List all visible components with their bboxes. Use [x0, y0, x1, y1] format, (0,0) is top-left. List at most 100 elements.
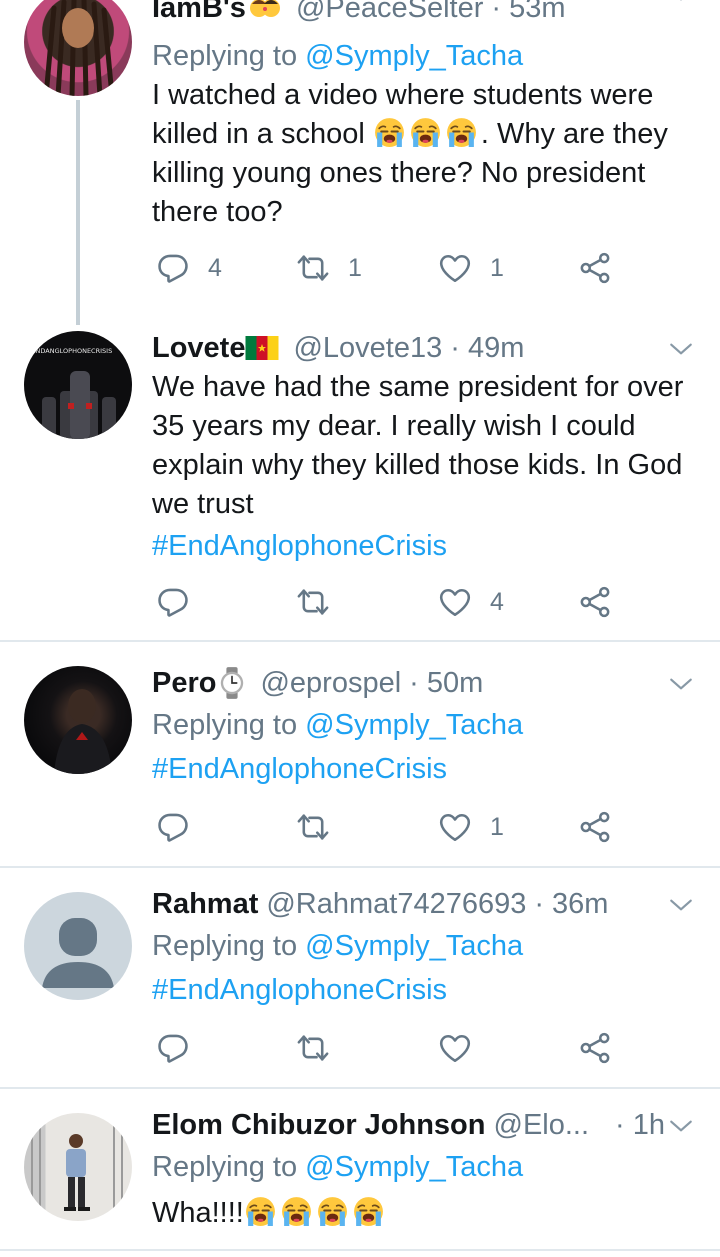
kissing-couple-emoji — [249, 0, 280, 17]
like-count: 1 — [490, 253, 504, 282]
timestamp[interactable]: 53m — [509, 0, 565, 28]
avatar[interactable] — [24, 666, 132, 774]
heart-icon — [438, 810, 472, 844]
avatar-text: #ENDANGLOPHONECRISIS — [26, 347, 112, 355]
like-button[interactable] — [438, 1028, 490, 1068]
share-button[interactable] — [578, 582, 612, 622]
reply-button[interactable]: 4 — [156, 248, 222, 288]
like-count: 1 — [490, 812, 504, 841]
display-name[interactable]: Elom Chibuzor Johnson — [152, 1105, 486, 1145]
tweet-lovete13[interactable]: #ENDANGLOPHONECRISIS Lovete @Lovete13 · … — [0, 328, 720, 641]
display-name[interactable]: Lovete — [152, 328, 245, 368]
retweet-count: 1 — [348, 253, 362, 282]
tweet-actions: 4 1 1 — [152, 248, 622, 288]
like-button[interactable]: 1 — [438, 248, 504, 288]
heart-icon — [438, 1031, 472, 1065]
retweet-button[interactable] — [296, 807, 348, 847]
tweet-actions: 1 — [152, 807, 622, 847]
display-name[interactable]: Rahmat — [152, 884, 258, 924]
share-button[interactable] — [578, 248, 612, 288]
retweet-icon — [296, 810, 330, 844]
heart-icon — [438, 585, 472, 619]
watch-emoji — [221, 667, 244, 699]
chevron-down-icon[interactable] — [668, 1113, 694, 1139]
retweet-icon — [296, 1031, 330, 1065]
divider — [0, 640, 720, 642]
reply-button[interactable] — [156, 807, 208, 847]
loudly-crying-face-emoji — [280, 1195, 313, 1228]
replying-to-label: Replying to — [152, 1151, 306, 1183]
replying-to: Replying to @Symply_Tacha — [152, 705, 700, 745]
mention-link[interactable]: @Symply_Tacha — [305, 709, 523, 741]
fist-protest-avatar: #ENDANGLOPHONECRISIS — [26, 347, 116, 439]
like-button[interactable]: 4 — [438, 582, 504, 622]
avatar[interactable] — [24, 1113, 132, 1221]
display-name[interactable]: IamB's — [152, 0, 246, 28]
divider — [0, 1087, 720, 1089]
avatar[interactable]: #ENDANGLOPHONECRISIS — [24, 331, 132, 439]
replying-to: Replying to @Symply_Tacha — [152, 926, 700, 966]
mention-link[interactable]: @Symply_Tacha — [305, 1151, 523, 1183]
replying-to-label: Replying to — [152, 709, 306, 741]
mention-link[interactable]: @Symply_Tacha — [305, 930, 523, 962]
tweet-actions: 4 — [152, 582, 622, 622]
chevron-down-icon[interactable] — [668, 892, 694, 918]
share-button[interactable] — [578, 1028, 612, 1068]
handle: @PeaceSelter — [295, 0, 484, 24]
reply-button[interactable] — [156, 582, 208, 622]
avatar[interactable] — [24, 0, 132, 96]
tweet-text: I watched a video where students were ki… — [152, 76, 700, 232]
replying-to: Replying to @Symply_Tacha — [152, 36, 700, 76]
display-name[interactable]: Pero — [152, 663, 216, 703]
avatar[interactable] — [24, 892, 132, 1000]
chevron-down-icon[interactable] — [668, 671, 694, 697]
share-icon — [578, 251, 612, 285]
tweet-header: IamB's @PeaceSelter · 53m — [152, 0, 700, 28]
mention-link[interactable]: @Symply_Tacha — [305, 40, 523, 72]
like-button[interactable]: 1 — [438, 807, 504, 847]
tweet-header: Lovete @Lovete13 · 49m — [152, 328, 700, 368]
separator: · — [409, 667, 419, 699]
chevron-down-icon[interactable] — [668, 336, 694, 362]
braids-photo — [43, 0, 115, 96]
tweet-eprospel[interactable]: Pero @eprospel · 50m Replying to @Symply… — [0, 663, 720, 866]
cameroon-flag — [245, 336, 279, 360]
reply-button[interactable] — [156, 1028, 208, 1068]
retweet-icon — [296, 585, 330, 619]
retweet-button[interactable]: 1 — [296, 248, 362, 288]
reply-count: 4 — [208, 253, 222, 282]
handle: @Lovete13 — [293, 332, 443, 364]
hashtag-link[interactable]: #EndAnglophoneCrisis — [152, 968, 700, 1012]
loudly-crying-face-emoji — [316, 1195, 349, 1228]
retweet-button[interactable] — [296, 582, 348, 622]
separator: · — [491, 0, 502, 24]
like-count: 4 — [490, 587, 504, 616]
hashtag-link[interactable]: #EndAnglophoneCrisis — [152, 747, 700, 791]
tweet-rahmat74276693[interactable]: Rahmat @Rahmat74276693 · 36m Replying to… — [0, 884, 720, 1087]
share-icon — [578, 810, 612, 844]
timestamp[interactable]: 36m — [552, 884, 608, 924]
tweet-header: Pero @eprospel · 50m — [152, 663, 700, 703]
timestamp[interactable]: 50m — [427, 663, 483, 703]
retweet-button[interactable] — [296, 1028, 348, 1068]
divider — [0, 1249, 720, 1251]
tweet-peaceselter[interactable]: IamB's @PeaceSelter · 53m Replying to @S… — [0, 0, 720, 325]
replying-to-label: Replying to — [152, 40, 306, 72]
replying-to: Replying to @Symply_Tacha — [152, 1147, 700, 1187]
handle: @eprospel — [260, 667, 402, 699]
tweet-elom[interactable]: Elom Chibuzor Johnson @Elo... · 1h Reply… — [0, 1105, 720, 1250]
hashtag-link[interactable]: #EndAnglophoneCrisis — [152, 524, 700, 568]
loudly-crying-face-emoji — [445, 116, 478, 149]
separator: · — [450, 332, 460, 364]
retweet-icon — [296, 251, 330, 285]
timestamp[interactable]: 49m — [468, 328, 524, 368]
tweet-text: Wha!!!! — [152, 1191, 700, 1235]
loudly-crying-face-emoji — [352, 1195, 385, 1228]
share-button[interactable] — [578, 807, 612, 847]
thread-line — [76, 100, 80, 325]
separator: · — [534, 888, 545, 920]
handle: @Rahmat74276693 — [266, 888, 527, 920]
timestamp[interactable]: 1h — [633, 1105, 665, 1145]
chevron-down-icon[interactable] — [668, 0, 694, 8]
tweet-header: Elom Chibuzor Johnson @Elo... · 1h — [152, 1105, 700, 1145]
